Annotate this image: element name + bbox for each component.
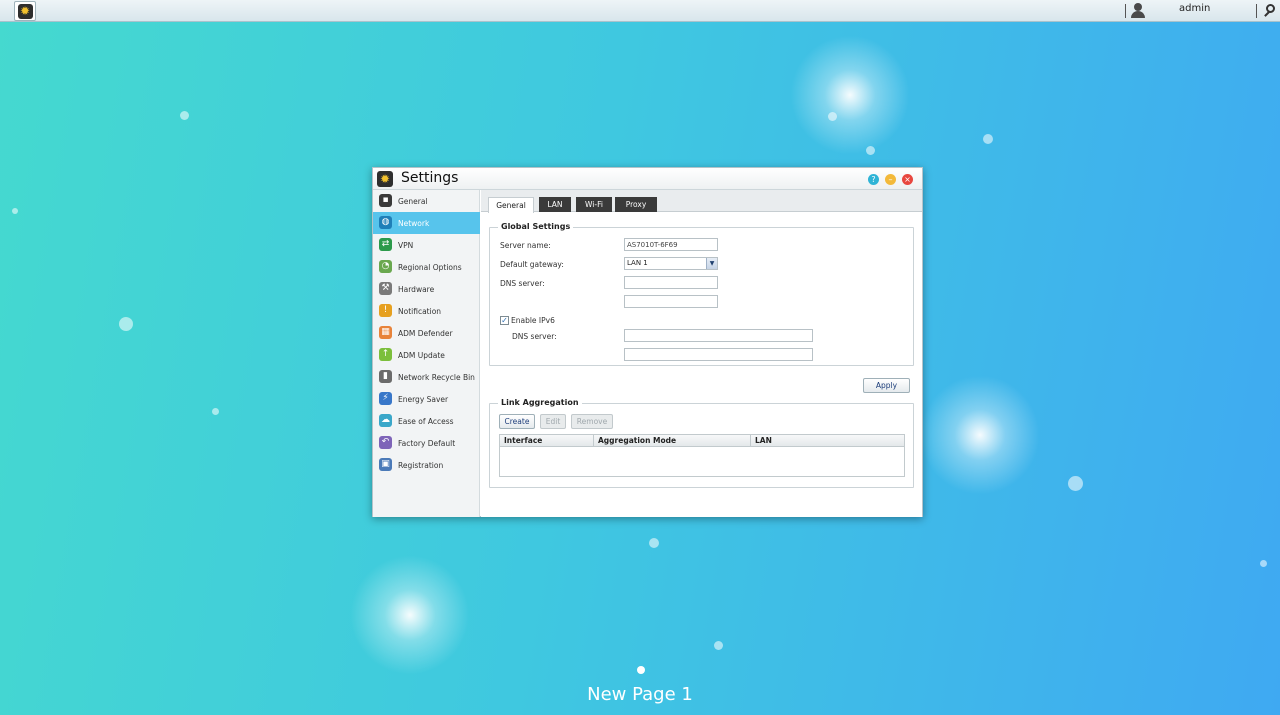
- remove-button[interactable]: Remove: [571, 414, 613, 429]
- dns-server-2-input[interactable]: [624, 295, 718, 308]
- column-lan[interactable]: LAN: [751, 435, 904, 446]
- aggregation-table-header: Interface Aggregation Mode LAN: [499, 434, 905, 447]
- tab-lan[interactable]: LAN: [539, 197, 571, 212]
- username-label[interactable]: admin: [1179, 3, 1210, 14]
- sidebar-item-notification[interactable]: ! Notification: [373, 300, 480, 322]
- aggregation-table-body: [499, 447, 905, 477]
- sidebar-item-label: General: [398, 197, 428, 206]
- sidebar-item-label: ADM Update: [398, 351, 445, 360]
- monitor-icon: ▪: [379, 194, 392, 207]
- sidebar-item-label: ADM Defender: [398, 329, 453, 338]
- sidebar-item-label: Notification: [398, 307, 442, 316]
- tab-proxy[interactable]: Proxy: [615, 197, 657, 212]
- window-titlebar[interactable]: ✹ Settings ? – ×: [373, 168, 922, 190]
- top-taskbar: ✹ admin: [0, 0, 1280, 22]
- sidebar-item-label: Energy Saver: [398, 395, 449, 404]
- window-title: Settings: [401, 170, 459, 186]
- ipv6-dns-server-2-input[interactable]: [624, 348, 813, 361]
- default-gateway-label: Default gateway:: [500, 260, 564, 269]
- desktop-page-label: New Page 1: [587, 684, 693, 705]
- minimize-icon[interactable]: –: [885, 174, 896, 185]
- sidebar-item-regional-options[interactable]: ◔ Regional Options: [373, 256, 480, 278]
- sidebar-item-label: Registration: [398, 461, 444, 470]
- cloud-upload-icon: ☁: [379, 414, 392, 427]
- edit-button[interactable]: Edit: [540, 414, 566, 429]
- page-indicator-dot[interactable]: [637, 666, 645, 674]
- clock-globe-icon: ◔: [379, 260, 392, 273]
- sidebar-item-network-recycle-bin[interactable]: ▮ Network Recycle Bin: [373, 366, 480, 388]
- column-aggregation-mode[interactable]: Aggregation Mode: [594, 435, 751, 446]
- taskbar-separator: [1256, 4, 1257, 18]
- sidebar-item-registration[interactable]: ▣ Registration: [373, 454, 480, 476]
- global-settings-legend: Global Settings: [498, 222, 574, 231]
- settings-gear-icon: ✹: [17, 3, 33, 19]
- sidebar-item-label: Ease of Access: [398, 417, 454, 426]
- enable-ipv6-checkbox[interactable]: ✓: [500, 316, 509, 325]
- undo-icon: ↶: [379, 436, 392, 449]
- apply-button[interactable]: Apply: [863, 378, 910, 393]
- dns-server-label: DNS server:: [500, 279, 545, 288]
- tab-wifi[interactable]: Wi-Fi: [576, 197, 612, 212]
- create-button[interactable]: Create: [499, 414, 535, 429]
- sidebar-item-vpn[interactable]: ⇄ VPN: [373, 234, 480, 256]
- ipv6-dns-server-label: DNS server:: [512, 332, 557, 341]
- update-arrow-icon: ↑: [379, 348, 392, 361]
- alert-icon: !: [379, 304, 392, 317]
- sidebar-item-hardware[interactable]: ⚒ Hardware: [373, 278, 480, 300]
- sidebar-item-energy-saver[interactable]: ⚡ Energy Saver: [373, 388, 480, 410]
- sidebar-item-label: Network Recycle Bin: [398, 373, 475, 382]
- vpn-icon: ⇄: [379, 238, 392, 251]
- sidebar-item-label: Regional Options: [398, 263, 462, 272]
- firewall-icon: ▦: [379, 326, 392, 339]
- sidebar-item-general[interactable]: ▪ General: [373, 190, 480, 212]
- sidebar-item-ease-of-access[interactable]: ☁ Ease of Access: [373, 410, 480, 432]
- chevron-down-icon[interactable]: ▼: [706, 258, 717, 269]
- help-icon[interactable]: ?: [868, 174, 879, 185]
- trash-icon: ▮: [379, 370, 392, 383]
- wrench-icon: ⚒: [379, 282, 392, 295]
- enable-ipv6-label[interactable]: Enable IPv6: [511, 316, 555, 325]
- sidebar-item-adm-update[interactable]: ↑ ADM Update: [373, 344, 480, 366]
- sidebar-item-adm-defender[interactable]: ▦ ADM Defender: [373, 322, 480, 344]
- network-settings-panel: General LAN Wi-Fi Proxy Global Settings …: [481, 190, 922, 517]
- default-gateway-select[interactable]: LAN 1 ▼: [624, 257, 718, 270]
- search-icon[interactable]: [1262, 3, 1278, 19]
- registration-icon: ▣: [379, 458, 392, 471]
- server-name-label: Server name:: [500, 241, 551, 250]
- tab-bar: General LAN Wi-Fi Proxy: [481, 190, 922, 213]
- settings-sidebar: ▪ General ◍ Network ⇄ VPN ◔ Regional Options ⚒ Ha…: [373, 190, 480, 517]
- sidebar-item-label: VPN: [398, 241, 414, 250]
- link-aggregation-legend: Link Aggregation: [498, 398, 582, 407]
- default-gateway-value: LAN 1: [627, 259, 648, 267]
- settings-app-button[interactable]: ✹: [14, 1, 36, 21]
- tab-general[interactable]: General: [488, 197, 534, 213]
- column-interface[interactable]: Interface: [500, 435, 594, 446]
- user-icon[interactable]: [1131, 3, 1145, 18]
- ipv6-dns-server-1-input[interactable]: [624, 329, 813, 342]
- settings-window: ✹ Settings ? – × ▪ General ◍ Network ⇄ VPN ◔ Re…: [372, 167, 923, 517]
- sidebar-item-label: Hardware: [398, 285, 435, 294]
- dns-server-1-input[interactable]: [624, 276, 718, 289]
- global-settings-group: Global Settings Server name: Default gat…: [489, 222, 914, 366]
- taskbar-separator: [1125, 4, 1126, 18]
- globe-icon: ◍: [379, 216, 392, 229]
- lightning-icon: ⚡: [379, 392, 392, 405]
- server-name-input[interactable]: [624, 238, 718, 251]
- close-icon[interactable]: ×: [902, 174, 913, 185]
- sidebar-item-label: Network: [398, 219, 430, 228]
- sidebar-item-label: Factory Default: [398, 439, 456, 448]
- sidebar-item-factory-default[interactable]: ↶ Factory Default: [373, 432, 480, 454]
- link-aggregation-group: Link Aggregation Create Edit Remove Inte…: [489, 398, 914, 488]
- settings-gear-icon: ✹: [377, 171, 393, 187]
- sidebar-item-network[interactable]: ◍ Network: [373, 212, 480, 234]
